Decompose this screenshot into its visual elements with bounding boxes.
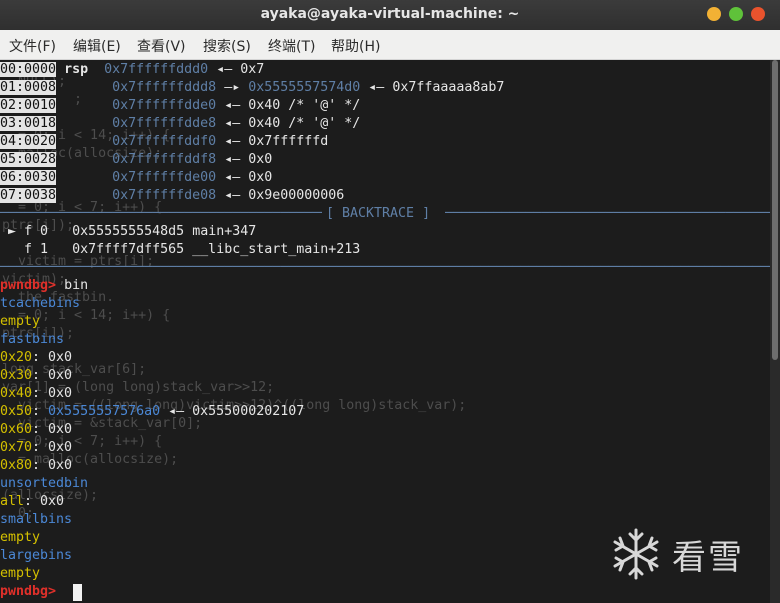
stack-row: 00:0000 rsp 0x7ffffffddd0 ◂— 0x7 bbox=[0, 62, 265, 77]
minimize-icon[interactable] bbox=[707, 7, 721, 21]
close-icon[interactable] bbox=[751, 7, 765, 21]
menu-file[interactable]: 文件(F) bbox=[9, 36, 56, 56]
stack-row: 02:0010 0x7ffffffdde0 ◂— 0x40 /* '@' */ bbox=[0, 98, 361, 113]
stack-row: 07:0038 0x7ffffffde08 ◂— 0x9e00000006 bbox=[0, 188, 345, 203]
tcachebins-label: tcachebins bbox=[0, 296, 81, 311]
backtrace-header: [ BACKTRACE ] bbox=[326, 206, 431, 221]
window-title: ayaka@ayaka-virtual-machine: ~ bbox=[260, 6, 520, 22]
command-text: bin bbox=[64, 278, 89, 293]
backtrace-frame: ► f 0 0x5555555548d5 main+347 bbox=[8, 224, 257, 239]
stack-row: 01:0008 0x7ffffffddd8 —▸ 0x5555557574d0 … bbox=[0, 80, 505, 95]
smallbins-value: empty bbox=[0, 530, 41, 545]
smallbins-label: smallbins bbox=[0, 512, 73, 527]
scrollbar-thumb[interactable] bbox=[772, 60, 778, 360]
fastbin-row: 0x60: 0x0 bbox=[0, 422, 73, 437]
section-divider: ────────────────────────────────────────… bbox=[0, 260, 770, 275]
maximize-icon[interactable] bbox=[729, 7, 743, 21]
menu-search[interactable]: 搜索(S) bbox=[203, 36, 251, 56]
menu-view[interactable]: 查看(V) bbox=[137, 36, 186, 56]
stack-row: 04:0020 0x7ffffffddf0 ◂— 0x7ffffffd bbox=[0, 134, 329, 149]
tcachebins-value: empty bbox=[0, 314, 41, 329]
largebins-value: empty bbox=[0, 566, 41, 581]
stack-row: 05:0028 0x7ffffffddf8 ◂— 0x0 bbox=[0, 152, 273, 167]
snowflake-icon bbox=[613, 528, 659, 580]
fastbin-row: 0x40: 0x0 bbox=[0, 386, 73, 401]
prompt-line: pwndbg> bbox=[0, 584, 57, 599]
fastbin-row: 0x30: 0x0 bbox=[0, 368, 73, 383]
prompt: pwndbg> bbox=[0, 278, 57, 293]
menu-terminal[interactable]: 终端(T) bbox=[268, 36, 315, 56]
menu-bar: 文件(F) 编辑(E) 查看(V) 搜索(S) 终端(T) 帮助(H) bbox=[0, 30, 780, 60]
title-bar[interactable]: ayaka@ayaka-virtual-machine: ~ bbox=[0, 0, 780, 30]
fastbin-row: 0x50: 0x5555557576a0 ◂— 0x555000202107 bbox=[0, 404, 305, 419]
stack-row: 03:0018 0x7ffffffdde8 ◂— 0x40 /* '@' */ bbox=[0, 116, 361, 131]
text-cursor bbox=[73, 584, 82, 601]
backtrace-frame: f 1 0x7ffff7dff565 __libc_start_main+213 bbox=[24, 242, 361, 257]
largebins-label: largebins bbox=[0, 548, 73, 563]
command-line: pwndbg> bin bbox=[0, 278, 88, 293]
terminal-output[interactable]: NULL); ; = 0; i < 14; i++) { malloc(allo… bbox=[0, 60, 770, 603]
menu-help[interactable]: 帮助(H) bbox=[331, 36, 380, 56]
terminal-window: ayaka@ayaka-virtual-machine: ~ 文件(F) 编辑(… bbox=[0, 0, 780, 603]
fastbins-label: fastbins bbox=[0, 332, 65, 347]
menu-edit[interactable]: 编辑(E) bbox=[73, 36, 121, 56]
unsortedbin-row: all: 0x0 bbox=[0, 494, 65, 509]
fastbin-row: 0x70: 0x0 bbox=[0, 440, 73, 455]
fastbin-row: 0x20: 0x0 bbox=[0, 350, 73, 365]
stack-row: 06:0030 0x7ffffffde00 ◂— 0x0 bbox=[0, 170, 273, 185]
watermark-text: 看雪 bbox=[672, 538, 744, 578]
fastbin-row: 0x80: 0x0 bbox=[0, 458, 73, 473]
unsortedbin-label: unsortedbin bbox=[0, 476, 89, 491]
scrollbar[interactable] bbox=[770, 60, 780, 603]
watermark: 看雪 bbox=[608, 526, 768, 586]
